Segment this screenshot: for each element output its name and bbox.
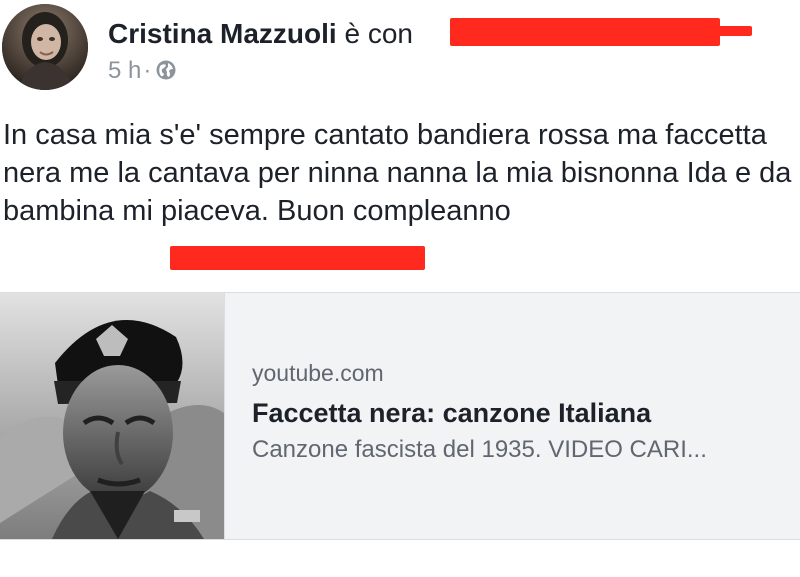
link-preview-text[interactable]: youtube.com Faccetta nera: canzone Itali… [252, 358, 787, 466]
post-text: In casa mia s'e' sempre cantato bandiera… [3, 119, 792, 227]
author-line: Cristina Mazzuoli è con [108, 14, 413, 54]
link-description: Canzone fascista del 1935. VIDEO CARI... [252, 436, 707, 463]
post-header: Cristina Mazzuoli è con 5 h· [0, 0, 800, 100]
meta-separator: · [143, 57, 152, 84]
post-timestamp-link[interactable]: 5 h [108, 57, 141, 84]
avatar-photo-icon [2, 4, 88, 90]
link-domain: youtube.com [252, 360, 384, 386]
redacted-tagged-name [450, 18, 720, 46]
link-title[interactable]: Faccetta nera: canzone Italiana [252, 396, 787, 430]
author-avatar[interactable] [2, 4, 88, 90]
link-thumbnail[interactable] [0, 293, 225, 539]
video-thumbnail-icon [0, 293, 224, 539]
redacted-birthday-name [170, 246, 425, 270]
author-name-link[interactable]: Cristina Mazzuoli [108, 18, 337, 49]
globe-icon[interactable] [155, 59, 177, 81]
link-preview-card[interactable]: youtube.com Faccetta nera: canzone Itali… [0, 292, 800, 540]
post-meta: 5 h· [108, 56, 177, 86]
tagged-with-text: è con [344, 18, 413, 49]
redacted-tagged-name-tail [717, 26, 752, 36]
